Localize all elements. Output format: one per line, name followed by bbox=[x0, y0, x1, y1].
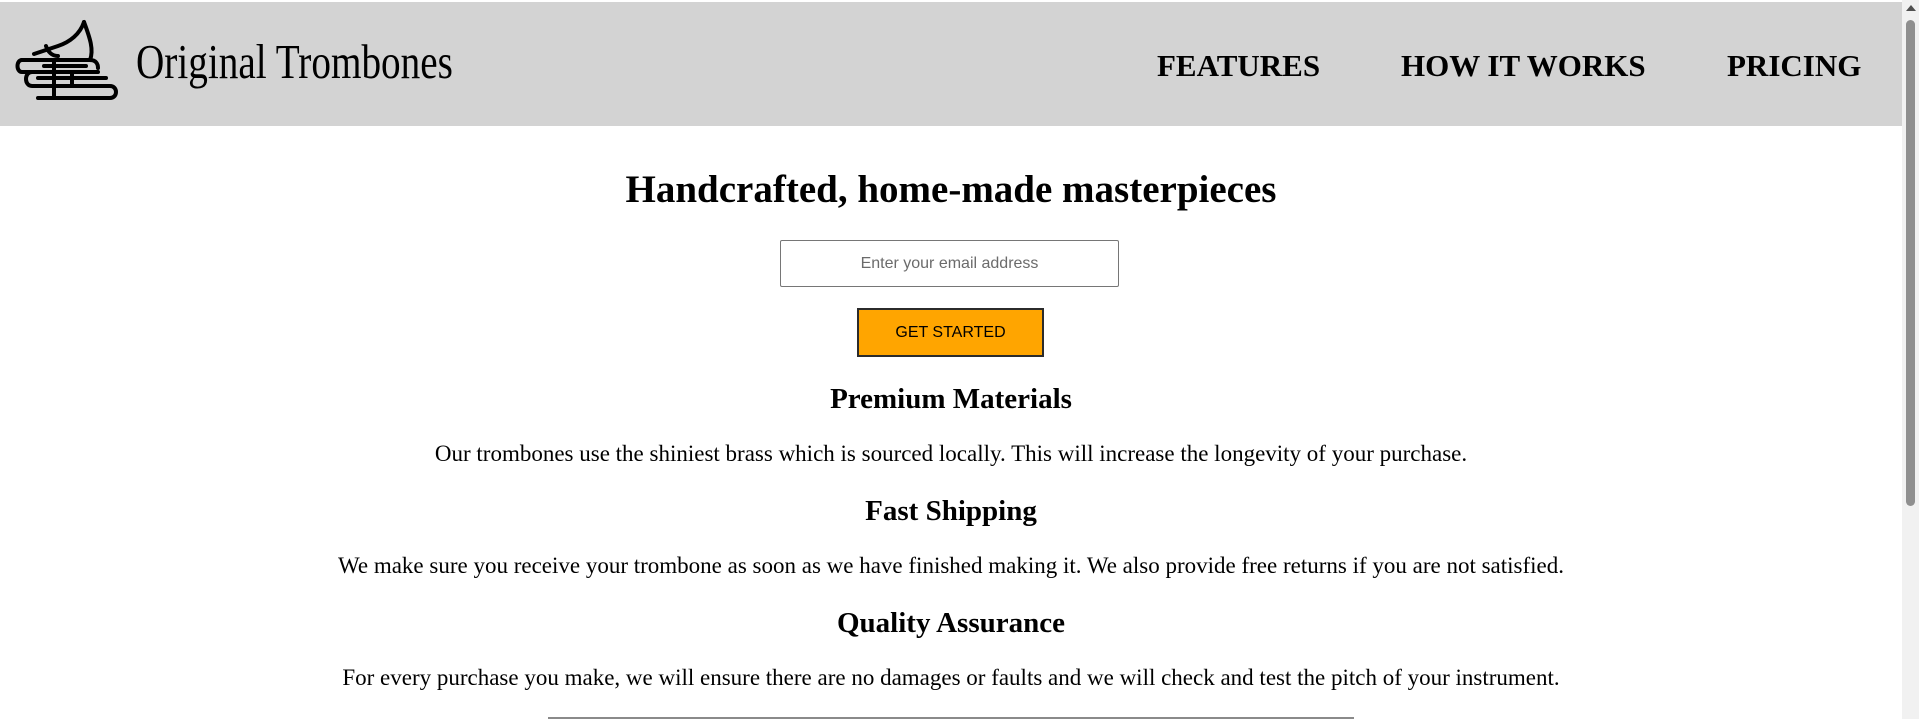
feature-text-quality-assurance: For every purchase you make, we will ens… bbox=[342, 665, 1560, 690]
vertical-scrollbar[interactable] bbox=[1902, 0, 1919, 719]
feature-text-premium-materials: Our trombones use the shiniest brass whi… bbox=[434, 441, 1468, 466]
feature-heading-quality-assurance: Quality Assurance bbox=[837, 607, 1065, 639]
feature-heading-premium-materials: Premium Materials bbox=[830, 383, 1072, 415]
nav-link-how-it-works[interactable]: HOW IT WORKS bbox=[1401, 46, 1646, 86]
page: Original Trombones FEATURES HOW IT WORKS… bbox=[0, 0, 1919, 719]
site-header: Original Trombones FEATURES HOW IT WORKS… bbox=[0, 2, 1902, 126]
trombone-icon[interactable] bbox=[14, 16, 118, 102]
brand-name: Original Trombones bbox=[136, 34, 453, 89]
scroll-up-arrow-icon[interactable] bbox=[1902, 0, 1919, 17]
hero-title: Handcrafted, home-made masterpieces bbox=[625, 168, 1277, 211]
feature-text-fast-shipping: We make sure you receive your trombone a… bbox=[338, 553, 1564, 578]
email-input[interactable] bbox=[780, 240, 1119, 287]
scrollbar-thumb[interactable] bbox=[1906, 20, 1915, 506]
feature-heading-fast-shipping: Fast Shipping bbox=[865, 495, 1037, 527]
nav-link-features[interactable]: FEATURES bbox=[1157, 46, 1320, 86]
nav-link-pricing[interactable]: PRICING bbox=[1727, 46, 1861, 86]
get-started-button[interactable]: GET STARTED bbox=[857, 308, 1044, 357]
